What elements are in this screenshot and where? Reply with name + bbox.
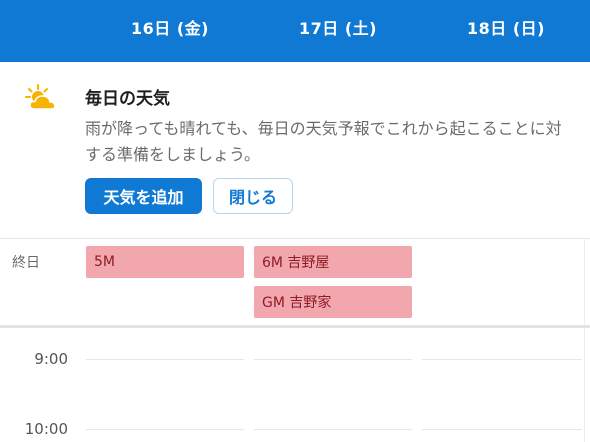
partly-cloudy-icon (25, 84, 56, 110)
all-day-divider (0, 325, 590, 328)
add-weather-button[interactable]: 天気を追加 (85, 178, 202, 214)
day-header-18[interactable]: 18日 (日) (446, 15, 566, 39)
all-day-event[interactable]: 6M 吉野屋 (254, 246, 412, 278)
hour-grid-line (254, 429, 412, 430)
hour-grid-line (422, 359, 582, 360)
calendar-header: 16日 (金) 17日 (土) 18日 (日) (0, 0, 590, 62)
weather-card-description: 雨が降っても晴れても、毎日の天気予報でこれから起こることに対する準備をしましょう… (85, 119, 562, 164)
time-label-9: 9:00 (34, 350, 68, 368)
day-header-17[interactable]: 17日 (土) (278, 15, 398, 39)
close-button[interactable]: 閉じる (213, 178, 293, 214)
hour-grid-line (86, 359, 244, 360)
all-day-label: 終日 (12, 255, 40, 271)
column-divider (584, 238, 585, 442)
hour-grid-line (254, 359, 412, 360)
weather-card-title: 毎日の天気 (85, 89, 170, 109)
day-header-16[interactable]: 16日 (金) (110, 15, 230, 39)
divider (0, 238, 590, 239)
hour-grid-line (422, 429, 582, 430)
time-label-10: 10:00 (24, 420, 68, 438)
all-day-event[interactable]: 5M (86, 246, 244, 278)
hour-grid-line (86, 429, 244, 430)
all-day-event[interactable]: GM 吉野家 (254, 286, 412, 318)
